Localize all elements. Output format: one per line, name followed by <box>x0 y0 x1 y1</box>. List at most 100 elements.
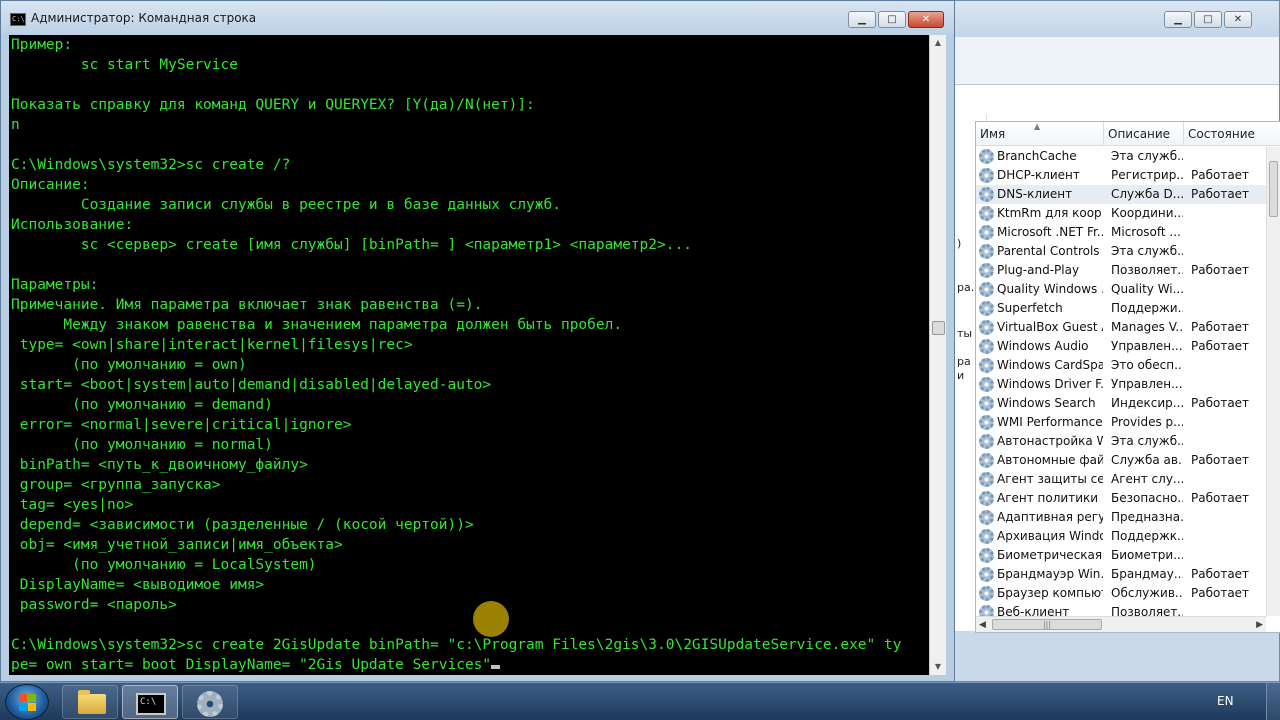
service-name: DHCP-клиент <box>997 168 1080 182</box>
service-row[interactable]: BranchCache Эта служб... <box>976 147 1266 166</box>
column-header-description[interactable]: Описание <box>1104 122 1184 146</box>
service-row[interactable]: Microsoft .NET Fr... Microsoft ... <box>976 223 1266 242</box>
start-button[interactable] <box>5 684 49 720</box>
service-row[interactable]: Windows Driver F... Управлен... <box>976 375 1266 394</box>
service-status: Работает <box>1191 567 1250 581</box>
service-row[interactable]: Агент защиты сет... Агент слу... <box>976 470 1266 489</box>
service-description: Координи... <box>1111 206 1183 220</box>
show-desktop-button[interactable] <box>1266 683 1280 720</box>
taskbar-command-prompt[interactable]: C:\ <box>122 685 178 719</box>
service-gear-icon <box>979 377 994 392</box>
services-toolbar <box>955 37 1279 85</box>
service-description: Служба ав... <box>1111 453 1183 467</box>
service-status: Работает <box>1191 168 1250 182</box>
scrollbar-thumb[interactable] <box>1269 161 1278 217</box>
services-minimize-button[interactable]: ▁ <box>1164 11 1192 28</box>
service-description: Quality Wi... <box>1111 282 1183 296</box>
service-row[interactable]: Windows Audio Управлен... Работает <box>976 337 1266 356</box>
service-description: Обслужив... <box>1111 586 1183 600</box>
console-line: tag= <yes|no> <box>11 497 134 513</box>
left-strip-text: ты <box>957 327 973 340</box>
maximize-button[interactable]: □ <box>878 11 906 28</box>
service-row[interactable]: Автономные фай... Служба ав... Работает <box>976 451 1266 470</box>
scrollbar-thumb[interactable] <box>932 321 945 335</box>
services-vertical-scrollbar[interactable] <box>1266 147 1280 616</box>
scroll-left-icon[interactable]: ◀ <box>979 620 986 630</box>
service-row[interactable]: DNS-клиент Служба D... Работает <box>976 185 1266 204</box>
service-gear-icon <box>979 168 994 183</box>
service-row[interactable]: Биометрическая ... Биометри... <box>976 546 1266 565</box>
service-row[interactable]: Quality Windows ... Quality Wi... <box>976 280 1266 299</box>
service-row[interactable]: Адаптивная регу... Предназна... <box>976 508 1266 527</box>
service-row[interactable]: Windows CardSpa... Это обесп... <box>976 356 1266 375</box>
taskbar-services[interactable] <box>182 685 238 719</box>
service-row[interactable]: Автонастройка W... Эта служб... <box>976 432 1266 451</box>
service-description: Manages V... <box>1111 320 1183 334</box>
service-row[interactable]: Агент политики I... Безопасно... Работает <box>976 489 1266 508</box>
service-description: Безопасно... <box>1111 491 1183 505</box>
service-description: Provides p... <box>1111 415 1183 429</box>
taskbar-explorer[interactable] <box>62 685 118 719</box>
service-row[interactable]: VirtualBox Guest A... Manages V... Работае… <box>976 318 1266 337</box>
services-window-controls: ▁ □ ✕ <box>1164 11 1252 28</box>
console-line: start= <boot|system|auto|demand|disabled… <box>11 377 492 393</box>
console-output[interactable]: Пример: sc start MyService Показать справ… <box>9 35 929 675</box>
scrollbar-thumb[interactable]: ||| <box>992 619 1102 630</box>
services-list[interactable]: ▲ Имя Описание Состояние BranchCache Эта … <box>975 121 1280 633</box>
gear-icon <box>197 691 223 717</box>
console-line: C:\Windows\system32>sc create 2GisUpdate… <box>11 637 902 653</box>
console-line: depend= <зависимости (разделенные / (кос… <box>11 517 474 533</box>
console-line: Описание: <box>11 177 90 193</box>
service-description: Управлен... <box>1111 377 1183 391</box>
service-row[interactable]: Plug-and-Play Позволяет... Работает <box>976 261 1266 280</box>
service-row[interactable]: Брандмауэр Win... Брандмау... Работает <box>976 565 1266 584</box>
services-horizontal-scrollbar[interactable]: ◀ ||| ▶ <box>976 616 1266 632</box>
cmd-titlebar[interactable]: C:\ Администратор: Командная строка ▁ □ … <box>1 1 954 35</box>
service-row[interactable]: Windows Search Индексир... Работает <box>976 394 1266 413</box>
console-line: Создание записи службы в реестре и в баз… <box>11 197 561 213</box>
scroll-down-icon[interactable]: ▼ <box>930 659 946 675</box>
scroll-up-icon[interactable]: ▲ <box>930 35 946 51</box>
service-name: Windows CardSpa... <box>997 358 1103 372</box>
service-status: Работает <box>1191 491 1250 505</box>
service-description: Служба D... <box>1111 187 1183 201</box>
console-line: Примечание. Имя параметра включает знак … <box>11 297 483 313</box>
column-header-name[interactable]: Имя <box>976 122 1104 146</box>
service-row[interactable]: Архивация Windo... Поддержк... <box>976 527 1266 546</box>
services-titlebar[interactable]: ▁ □ ✕ <box>941 1 1279 37</box>
service-row[interactable]: DHCP-клиент Регистрир... Работает <box>976 166 1266 185</box>
command-prompt-window[interactable]: C:\ Администратор: Командная строка ▁ □ … <box>0 0 955 682</box>
service-row[interactable]: Superfetch Поддержи... <box>976 299 1266 318</box>
console-line: (по умолчанию = LocalSystem) <box>11 557 317 573</box>
service-gear-icon <box>979 396 994 411</box>
console-scrollbar[interactable]: ▲ ▼ <box>929 35 946 675</box>
service-gear-icon <box>979 548 994 563</box>
scroll-right-icon[interactable]: ▶ <box>1256 620 1263 630</box>
close-button[interactable]: ✕ <box>908 11 944 28</box>
service-description: Управлен... <box>1111 339 1183 353</box>
services-maximize-button[interactable]: □ <box>1194 11 1222 28</box>
services-close-button[interactable]: ✕ <box>1224 11 1252 28</box>
service-row[interactable]: WMI Performance... Provides p... <box>976 413 1266 432</box>
language-indicator[interactable]: EN <box>1217 694 1234 708</box>
service-status: Работает <box>1191 320 1250 334</box>
column-header-status[interactable]: Состояние <box>1184 122 1280 146</box>
service-row[interactable]: Браузер компьют... Обслужив... Работает <box>976 584 1266 603</box>
left-strip-text: ра. <box>957 281 975 294</box>
service-name: Браузер компьют... <box>997 586 1103 600</box>
service-gear-icon <box>979 282 994 297</box>
service-description: Брандмау... <box>1111 567 1183 581</box>
service-row[interactable]: KtmRm для коор... Координи... <box>976 204 1266 223</box>
service-description: Эта служб... <box>1111 149 1183 163</box>
service-description: Эта служб... <box>1111 434 1183 448</box>
services-window[interactable]: ▁ □ ✕ ) ра. ты ра и ▲ Имя Описание Состо… <box>940 0 1280 682</box>
service-name: WMI Performance... <box>997 415 1103 429</box>
minimize-button[interactable]: ▁ <box>848 11 876 28</box>
service-row[interactable]: Parental Controls Эта служб... <box>976 242 1266 261</box>
service-name: DNS-клиент <box>997 187 1073 201</box>
console-line: pe= own start= boot DisplayName= "2Gis U… <box>11 655 929 675</box>
service-gear-icon <box>979 187 994 202</box>
service-gear-icon <box>979 301 994 316</box>
service-name: Plug-and-Play <box>997 263 1080 277</box>
